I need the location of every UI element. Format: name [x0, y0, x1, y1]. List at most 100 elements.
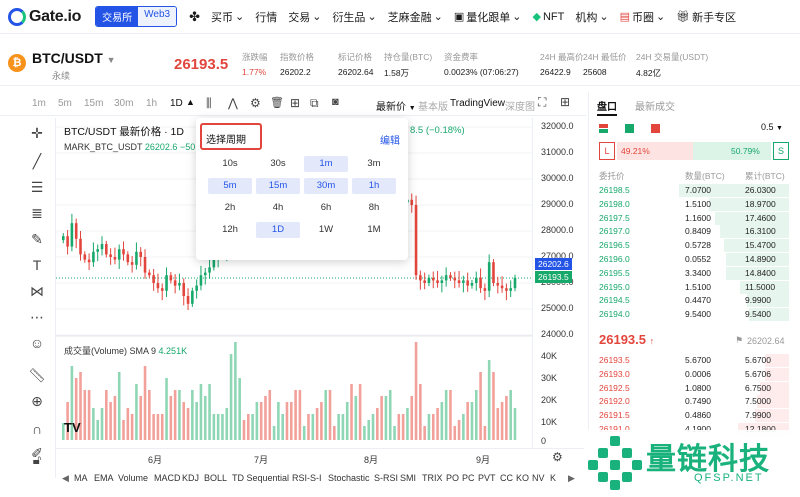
ask-row[interactable]: 26196.0 0.0552 14.8900	[589, 253, 789, 266]
indicator-trix[interactable]: TRIX	[422, 473, 443, 483]
bid-row[interactable]: 26191.5 0.4860 7.9900	[589, 409, 789, 423]
indicator-srsi[interactable]: S-RSI	[374, 473, 398, 483]
indicator-ema[interactable]: EMA	[94, 473, 114, 483]
text-icon[interactable]: T	[28, 256, 46, 274]
view-bids-icon[interactable]	[625, 124, 634, 133]
forecast-icon[interactable]: ⋯	[28, 308, 46, 326]
period-option-12h[interactable]: 12h	[208, 222, 252, 238]
bid-row[interactable]: 26192.0 0.7490 7.5000	[589, 395, 789, 409]
tab-latest-trades[interactable]: 最新成交	[635, 98, 675, 113]
ask-row[interactable]: 26195.5 3.3400 14.8400	[589, 266, 789, 280]
interval-15m[interactable]: 15m	[84, 98, 103, 109]
ask-row[interactable]: 26194.0 9.5400 9.5400	[589, 308, 789, 322]
indicator-nv[interactable]: NV	[532, 473, 545, 483]
bid-row[interactable]: 26193.5 5.6700 5.6700	[589, 354, 789, 367]
web3-tab[interactable]: Web3	[138, 7, 177, 26]
pair-selector[interactable]: BTC/USDT ▼	[32, 50, 116, 66]
indicator-rsi[interactable]: RSI-S-I	[292, 473, 322, 483]
ask-row[interactable]: 26196.5 0.5728 15.4700	[589, 239, 789, 253]
indicator-po[interactable]: PO	[446, 473, 459, 483]
grid-layout-icon[interactable]: ⊞	[560, 95, 570, 109]
period-option-15m[interactable]: 15m	[256, 178, 300, 194]
pattern-icon[interactable]: ⋈	[28, 282, 46, 300]
indicator-kdj[interactable]: KDJ	[182, 473, 199, 483]
ask-row[interactable]: 26194.5 0.4470 9.9900	[589, 294, 789, 308]
indicator-k[interactable]: K	[550, 473, 556, 483]
depth-chart-tab[interactable]: 深度图	[505, 98, 535, 113]
period-option-4h[interactable]: 4h	[256, 200, 300, 216]
period-option-30m[interactable]: 30m	[304, 178, 348, 194]
period-option-30s[interactable]: 30s	[256, 156, 300, 172]
tab-order-book[interactable]: 盘口	[597, 98, 617, 113]
precision-select[interactable]: 0.5 ▼	[761, 122, 783, 132]
interval-5m[interactable]: 5m	[58, 98, 72, 109]
magnet-icon[interactable]: ∩	[28, 420, 46, 438]
indicator-scroll-right-icon[interactable]: ▶	[568, 473, 575, 484]
period-option-1m[interactable]: 1m	[304, 156, 348, 172]
price-axis[interactable]: 32000.0 31000.0 30000.0 29000.0 28000.0 …	[532, 118, 586, 448]
indicator-pvt[interactable]: PVT	[478, 473, 496, 483]
gate-logo[interactable]: Gate.io	[8, 7, 81, 26]
interval-1d[interactable]: 1D	[170, 98, 183, 109]
nav-finance[interactable]: 芝麻金融 ⌄	[388, 9, 443, 25]
emoji-icon[interactable]: ☺	[28, 334, 46, 352]
basic-view-tab[interactable]: 基本版	[418, 98, 448, 113]
nav-newbie[interactable]: 🎁︎ 新手专区	[676, 9, 736, 25]
view-asks-icon[interactable]	[651, 124, 660, 133]
time-axis[interactable]: 6月 7月 8月 9月 ⚙︎	[56, 448, 586, 468]
nav-derivatives[interactable]: 衍生品 ⌄	[332, 9, 376, 25]
zoom-in-icon[interactable]: ⊕	[28, 392, 46, 410]
period-option-1d[interactable]: 1D	[256, 222, 300, 238]
exchange-tab[interactable]: 交易所	[96, 7, 139, 26]
bid-row[interactable]: 26192.5 1.0800 6.7500	[589, 381, 789, 395]
tradingview-tab[interactable]: TradingView	[450, 98, 505, 109]
indicator-ko[interactable]: KO	[516, 473, 529, 483]
settings-icon[interactable]: ⚙︎	[250, 96, 261, 110]
price-source-select[interactable]: 最新价 ▼	[376, 98, 416, 113]
interval-1m[interactable]: 1m	[32, 98, 46, 109]
period-option-10s[interactable]: 10s	[208, 156, 252, 172]
period-option-6h[interactable]: 6h	[304, 200, 348, 216]
period-edit-link[interactable]: 编辑	[380, 132, 400, 147]
indicator-ma[interactable]: MA	[74, 473, 88, 483]
indicator-cc[interactable]: CC	[500, 473, 513, 483]
indicator-smi[interactable]: SMI	[400, 473, 416, 483]
period-option-3m[interactable]: 3m	[352, 156, 396, 172]
nav-buy-crypto[interactable]: 买币 ⌄	[211, 9, 244, 25]
indicator-pc[interactable]: PC	[462, 473, 475, 483]
fib-icon[interactable]: ≣	[28, 204, 46, 222]
nav-trade[interactable]: 交易 ⌄	[288, 9, 321, 25]
interval-1h[interactable]: 1h	[146, 98, 157, 109]
ruler-icon[interactable]: 📏︎	[28, 366, 46, 384]
nav-coin-circle[interactable]: ▤ 币圈 ⌄	[620, 9, 666, 25]
fullscreen-icon[interactable]: ⛶	[538, 95, 546, 110]
period-option-8h[interactable]: 8h	[352, 200, 396, 216]
trash-icon[interactable]: 🗑︎	[270, 96, 284, 109]
candle-type-icon[interactable]: ⫼	[206, 96, 212, 111]
indicators-icon[interactable]: ⋀	[228, 96, 238, 110]
indicator-stochastic[interactable]: Stochastic	[328, 473, 370, 483]
ask-row[interactable]: 26198.5 7.0700 26.0300	[589, 184, 789, 197]
nav-quant[interactable]: ▣ 量化跟单 ⌄	[454, 9, 522, 25]
trend-line-icon[interactable]: ╱	[28, 152, 46, 170]
view-both-icon[interactable]	[599, 124, 608, 133]
period-option-1m[interactable]: 1M	[352, 222, 396, 238]
apps-icon[interactable]: ✤	[189, 9, 200, 25]
layout-icon[interactable]: ⧉	[310, 96, 319, 111]
ask-row[interactable]: 26198.0 1.5100 18.9700	[589, 197, 789, 211]
lock-icon[interactable]: 🔓︎	[28, 452, 46, 470]
brush-icon[interactable]: ✎	[28, 230, 46, 248]
interval-30m[interactable]: 30m	[114, 98, 133, 109]
nav-nft[interactable]: ◆ NFT	[533, 10, 565, 24]
indicator-boll[interactable]: BOLL	[204, 473, 227, 483]
period-option-5m[interactable]: 5m	[208, 178, 252, 194]
period-option-1h[interactable]: 1h	[352, 178, 396, 194]
ask-row[interactable]: 26197.0 0.8409 16.3100	[589, 225, 789, 239]
period-option-2h[interactable]: 2h	[208, 200, 252, 216]
nav-markets[interactable]: 行情	[255, 9, 277, 25]
period-option-1w[interactable]: 1W	[304, 222, 348, 238]
ask-row[interactable]: 26197.5 1.1600 17.4600	[589, 211, 789, 225]
camera-icon[interactable]: ◙	[332, 96, 339, 108]
indicator-scroll-left-icon[interactable]: ◀	[62, 473, 69, 484]
indicator-td[interactable]: TD Sequential	[232, 473, 289, 483]
